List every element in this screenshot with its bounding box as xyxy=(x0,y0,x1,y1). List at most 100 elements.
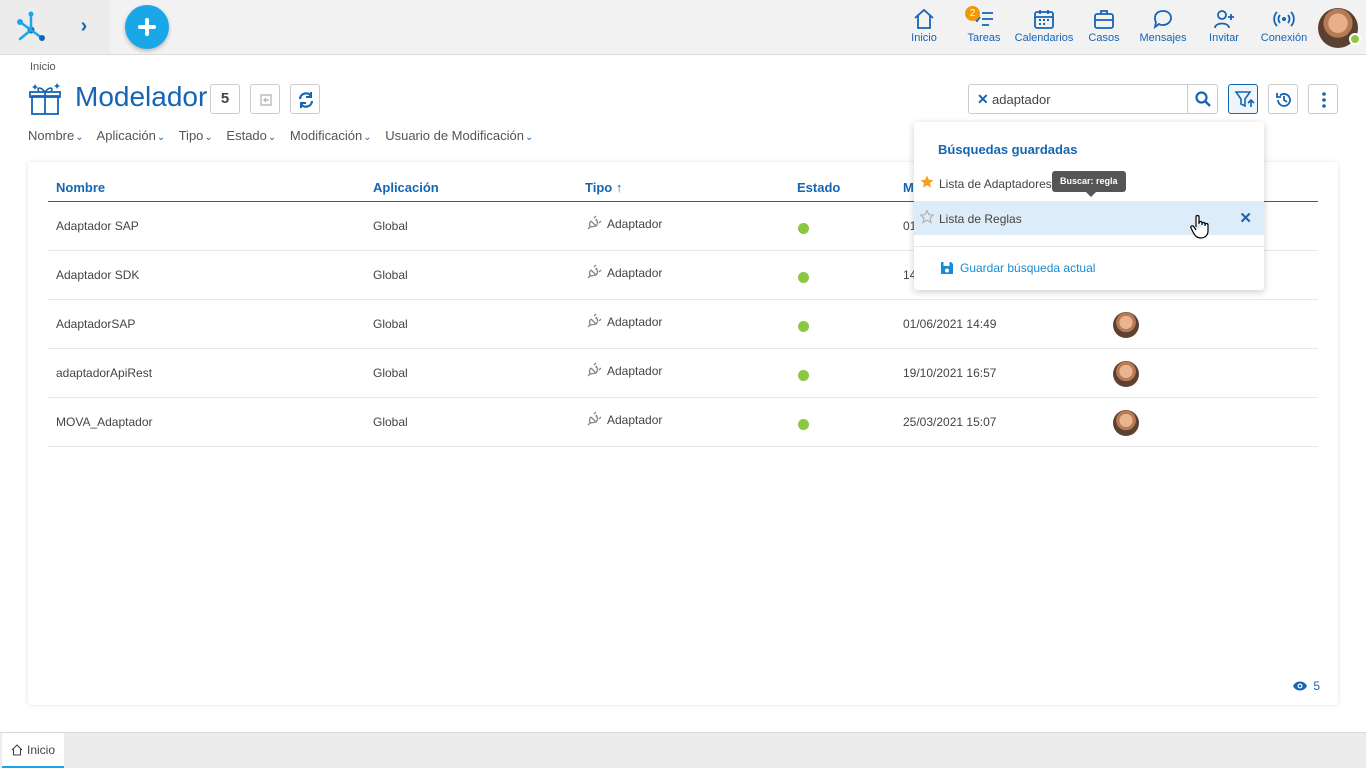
calendar-icon xyxy=(1034,10,1054,29)
modeler-box-icon xyxy=(29,83,61,115)
saved-search-label: Lista de Reglas xyxy=(939,212,1022,226)
table-row[interactable]: MOVA_Adaptador Global Adaptador 25/03/20… xyxy=(48,398,1318,447)
page-title: Modelador xyxy=(75,81,208,112)
nav-mensajes[interactable]: Mensajes xyxy=(1137,8,1189,48)
nav-tareas-label: Tareas xyxy=(967,32,1001,44)
cell-modificacion: 19/10/2021 16:57 xyxy=(903,366,997,380)
cell-tipo: Adaptador xyxy=(585,215,662,232)
home-icon xyxy=(914,8,934,29)
refresh-icon xyxy=(298,92,314,108)
app-logo-icon[interactable] xyxy=(12,8,50,46)
chevron-down-icon: ⌄ xyxy=(204,132,213,143)
table-row[interactable]: adaptadorApiRest Global Adaptador 19/10/… xyxy=(48,349,1318,398)
cell-nombre: Adaptador SAP xyxy=(56,219,139,233)
dropdown-divider xyxy=(914,246,1264,247)
cell-nombre: MOVA_Adaptador xyxy=(56,415,153,429)
star-filled-icon[interactable] xyxy=(920,175,934,189)
column-header-aplicacion[interactable]: Aplicación xyxy=(373,180,439,195)
cell-aplicacion: Global xyxy=(373,317,408,331)
nav-conexion-label: Conexión xyxy=(1260,32,1308,44)
nav-calendarios[interactable]: Calendarios xyxy=(1013,8,1075,48)
history-button[interactable] xyxy=(1268,84,1298,114)
save-current-search-button[interactable]: Guardar búsqueda actual xyxy=(940,261,1095,275)
column-header-nombre[interactable]: Nombre xyxy=(56,180,105,195)
status-active-dot xyxy=(798,321,809,332)
save-disk-icon xyxy=(941,262,953,274)
filter-estado[interactable]: Estado⌄ xyxy=(226,128,276,143)
modified-by-avatar[interactable] xyxy=(1113,312,1139,338)
more-options-button[interactable] xyxy=(1308,84,1338,114)
nav-tareas[interactable]: 2 Tareas xyxy=(963,6,1005,48)
chat-icon xyxy=(1153,10,1172,30)
search-icon xyxy=(1195,91,1211,107)
filter-usuario-modificacion[interactable]: Usuario de Modificación⌄ xyxy=(385,128,533,143)
nav-inicio-label: Inicio xyxy=(911,32,937,44)
filter-aplicacion[interactable]: Aplicación⌄ xyxy=(97,128,166,143)
cell-aplicacion: Global xyxy=(373,219,408,233)
tasks-badge: 2 xyxy=(965,6,980,21)
modified-by-avatar[interactable] xyxy=(1113,361,1139,387)
filter-tipo[interactable]: Tipo⌄ xyxy=(179,128,213,143)
cell-tipo: Adaptador xyxy=(585,411,662,428)
nav-invitar-label: Invitar xyxy=(1209,32,1239,44)
search-button[interactable] xyxy=(1187,85,1217,113)
saved-search-tooltip: Buscar: regla xyxy=(1052,171,1126,197)
cell-modificacion: 01/06/2021 14:49 xyxy=(903,317,997,331)
saved-search-item[interactable]: Lista de Reglas ✕ xyxy=(914,201,1264,235)
nav-inicio[interactable]: Inicio xyxy=(903,8,945,48)
item-count-box: 5 xyxy=(210,84,240,114)
nav-conexion[interactable]: Conexión xyxy=(1258,8,1310,48)
breadcrumb[interactable]: Inicio xyxy=(30,61,56,73)
tab-inicio[interactable]: Inicio xyxy=(2,733,64,768)
cell-tipo: Adaptador xyxy=(585,362,662,379)
adapter-plug-icon xyxy=(587,362,602,377)
table-row[interactable]: AdaptadorSAP Global Adaptador 01/06/2021… xyxy=(48,300,1318,349)
delete-saved-search-icon[interactable]: ✕ xyxy=(1239,209,1252,227)
eye-icon xyxy=(1293,681,1308,691)
visible-items-count: 5 xyxy=(1292,679,1320,693)
saved-filters-button[interactable] xyxy=(1228,84,1258,114)
cell-aplicacion: Global xyxy=(373,268,408,282)
export-button[interactable] xyxy=(250,84,280,114)
nav-casos-label: Casos xyxy=(1088,32,1120,44)
saved-searches-title: Búsquedas guardadas xyxy=(938,142,1078,157)
cell-nombre: adaptadorApiRest xyxy=(56,366,153,380)
refresh-button[interactable] xyxy=(290,84,320,114)
star-outline-icon[interactable] xyxy=(920,210,934,224)
nav-calendarios-label: Calendarios xyxy=(1014,32,1074,44)
home-icon xyxy=(11,743,23,756)
nav-invitar[interactable]: Invitar xyxy=(1204,8,1244,48)
cell-nombre: Adaptador SDK xyxy=(56,268,140,282)
chevron-down-icon: ⌄ xyxy=(363,132,372,143)
cell-aplicacion: Global xyxy=(373,366,408,380)
column-header-modificacion[interactable]: M xyxy=(903,180,914,195)
filter-modificacion[interactable]: Modificación⌄ xyxy=(290,128,372,143)
filter-bar: Nombre⌄ Aplicación⌄ Tipo⌄ Estado⌄ Modifi… xyxy=(28,128,543,143)
cell-nombre: AdaptadorSAP xyxy=(56,317,136,331)
new-item-button[interactable] xyxy=(125,5,169,49)
expand-menu-chevron-icon[interactable]: › xyxy=(74,14,94,38)
column-header-estado[interactable]: Estado xyxy=(797,180,840,195)
column-header-tipo[interactable]: Tipo ↑ xyxy=(585,180,622,195)
search-box: ✕ adaptador xyxy=(968,84,1218,114)
saved-search-label: Lista de Adaptadores xyxy=(939,177,1052,191)
bottom-tab-bar: Inicio xyxy=(0,732,1366,768)
connection-icon xyxy=(1273,11,1295,27)
nav-casos[interactable]: Casos xyxy=(1084,8,1124,48)
search-input[interactable]: adaptador xyxy=(992,92,1051,107)
chevron-down-icon: ⌄ xyxy=(524,132,534,143)
status-active-dot xyxy=(798,370,809,381)
briefcase-icon xyxy=(1094,10,1114,29)
hand-pointer-cursor-icon xyxy=(1190,214,1209,239)
chevron-down-icon: ⌄ xyxy=(156,132,166,143)
adapter-plug-icon xyxy=(587,215,602,230)
clear-search-icon[interactable]: ✕ xyxy=(977,91,989,108)
cell-modificacion: 25/03/2021 15:07 xyxy=(903,415,997,429)
saved-searches-dropdown: Búsquedas guardadas Lista de Adaptadores… xyxy=(914,122,1264,290)
modified-by-avatar[interactable] xyxy=(1113,410,1139,436)
status-active-dot xyxy=(798,272,809,283)
chevron-down-icon: ⌄ xyxy=(267,132,277,143)
filter-nombre[interactable]: Nombre⌄ xyxy=(28,128,84,143)
adapter-plug-icon xyxy=(587,313,602,328)
status-active-dot xyxy=(798,223,809,234)
